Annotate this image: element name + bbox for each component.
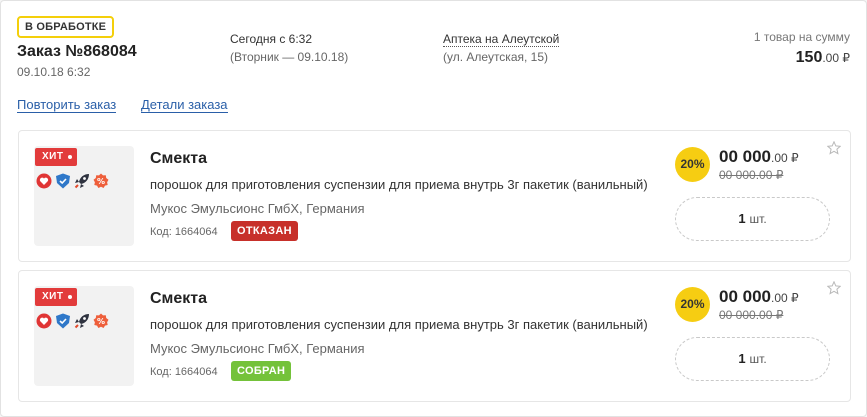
price-decimals: .00 ₽: [771, 291, 799, 305]
discount-badge: 20%: [675, 147, 710, 182]
svg-text:%: %: [97, 177, 105, 186]
product-price: 00 000.00 ₽: [719, 287, 799, 307]
hit-tag-dot-icon: [68, 295, 73, 299]
price-value: 00 000: [719, 147, 771, 166]
heart-icon: [36, 173, 52, 189]
delivery-day: (Вторник — 09.10.18): [230, 50, 349, 64]
quantity-field[interactable]: 1 шт.: [675, 337, 830, 381]
shield-icon: [56, 313, 70, 329]
product-old-price: 00 000.00 ₽: [719, 168, 784, 182]
item-status-badge: ОТКАЗАН: [231, 221, 298, 241]
favorite-star-icon[interactable]: [827, 281, 841, 295]
shield-icon: [56, 173, 70, 189]
product-code: Код: 1664064: [150, 366, 218, 378]
order-item: ХИТ % Смекта порошок для приготовления с…: [18, 130, 851, 262]
favorite-star-icon[interactable]: [827, 141, 841, 155]
quantity-field[interactable]: 1 шт.: [675, 197, 830, 241]
order-item: ХИТ % Смекта порошок для приготовления с…: [18, 270, 851, 402]
hit-tag-dot-icon: [68, 155, 73, 159]
order-summary-label: 1 товар на сумму: [753, 30, 850, 44]
svg-text:%: %: [97, 317, 105, 326]
repeat-order-link[interactable]: Повторить заказ: [17, 98, 117, 113]
pharmacy-address: (ул. Алеутская, 15): [443, 50, 549, 64]
order-details-link[interactable]: Детали заказа: [141, 98, 228, 113]
quantity-value: 1: [738, 211, 746, 226]
discount-badge: 20%: [675, 287, 710, 322]
order-total-decimals: .00 ₽: [822, 51, 850, 65]
quantity-value: 1: [738, 351, 746, 366]
delivery-time: Сегодня с 6:32: [230, 32, 313, 46]
order-number: Заказ №868084: [17, 43, 137, 60]
hit-tag-label: ХИТ: [42, 291, 64, 302]
order-card: В ОБРАБОТКЕ Заказ №868084 09.10.18 6:32 …: [0, 0, 867, 417]
heart-icon: [36, 313, 52, 329]
product-description: порошок для приготовления суспензии для …: [150, 177, 648, 192]
product-name[interactable]: Смекта: [150, 290, 207, 308]
order-date: 09.10.18 6:32: [17, 65, 91, 79]
rocket-icon: [74, 314, 89, 329]
product-old-price: 00 000.00 ₽: [719, 308, 784, 322]
product-manufacturer: Мукос Эмульсионс ГмбХ, Германия: [150, 341, 365, 356]
order-total-value: 150: [795, 49, 823, 66]
price-value: 00 000: [719, 287, 771, 306]
percent-icon: %: [93, 313, 109, 328]
product-manufacturer: Мукос Эмульсионс ГмбХ, Германия: [150, 201, 365, 216]
order-status-badge: В ОБРАБОТКЕ: [17, 16, 115, 38]
hit-tag-label: ХИТ: [42, 151, 64, 162]
order-summary-total: 150.00 ₽: [796, 49, 850, 67]
hit-tag: ХИТ: [35, 148, 78, 166]
percent-icon: %: [93, 173, 109, 188]
price-decimals: .00 ₽: [771, 151, 799, 165]
rocket-icon: [74, 174, 89, 189]
quantity-unit: шт.: [749, 212, 767, 226]
product-name[interactable]: Смекта: [150, 150, 207, 168]
pharmacy-name-link[interactable]: Аптека на Алеутской: [443, 32, 560, 47]
item-status-badge: СОБРАН: [231, 361, 292, 381]
quantity-unit: шт.: [749, 352, 767, 366]
product-description: порошок для приготовления суспензии для …: [150, 317, 648, 332]
product-code: Код: 1664064: [150, 226, 218, 238]
product-price: 00 000.00 ₽: [719, 147, 799, 167]
hit-tag: ХИТ: [35, 288, 78, 306]
